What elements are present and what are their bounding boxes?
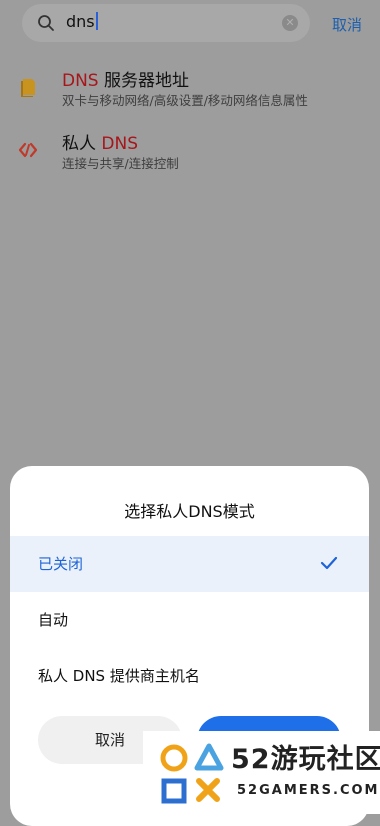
search-result-dns-server[interactable]: DNS 服务器地址 双卡与移动网络/高级设置/移动网络信息属性: [0, 66, 380, 112]
result-title: DNS 服务器地址: [62, 71, 190, 91]
text-cursor: [95, 12, 98, 30]
result-title: 私人 DNS: [62, 134, 139, 154]
option-label: 自动: [38, 611, 69, 629]
search-result-private-dns[interactable]: 私人 DNS 连接与共享/连接控制: [0, 129, 380, 175]
option-hostname[interactable]: 私人 DNS 提供商主机名: [10, 648, 369, 704]
option-off[interactable]: 已关闭: [10, 536, 369, 592]
search-input[interactable]: dns: [66, 12, 98, 31]
option-label: 私人 DNS 提供商主机名: [38, 667, 200, 685]
option-auto[interactable]: 自动: [10, 592, 369, 648]
watermark-url: 52GAMERS.COM: [237, 783, 380, 798]
option-label: 已关闭: [38, 555, 84, 573]
dialog-title: 选择私人DNS模式: [124, 502, 255, 521]
search-icon: [38, 15, 54, 31]
cancel-search-button[interactable]: 取消: [332, 14, 362, 35]
search-bar[interactable]: dns ✕: [22, 4, 310, 42]
clear-icon[interactable]: ✕: [282, 15, 298, 31]
check-icon: [320, 556, 338, 570]
watermark: 52游玩社区 52GAMERS.COM: [143, 731, 380, 814]
result-path: 连接与共享/连接控制: [62, 156, 179, 171]
connection-icon: [18, 142, 38, 158]
sim-card-icon: [21, 79, 35, 97]
result-path: 双卡与移动网络/高级设置/移动网络信息属性: [62, 93, 308, 108]
watermark-brand: 52游玩社区: [231, 744, 380, 775]
watermark-logo-icon: [160, 743, 224, 804]
